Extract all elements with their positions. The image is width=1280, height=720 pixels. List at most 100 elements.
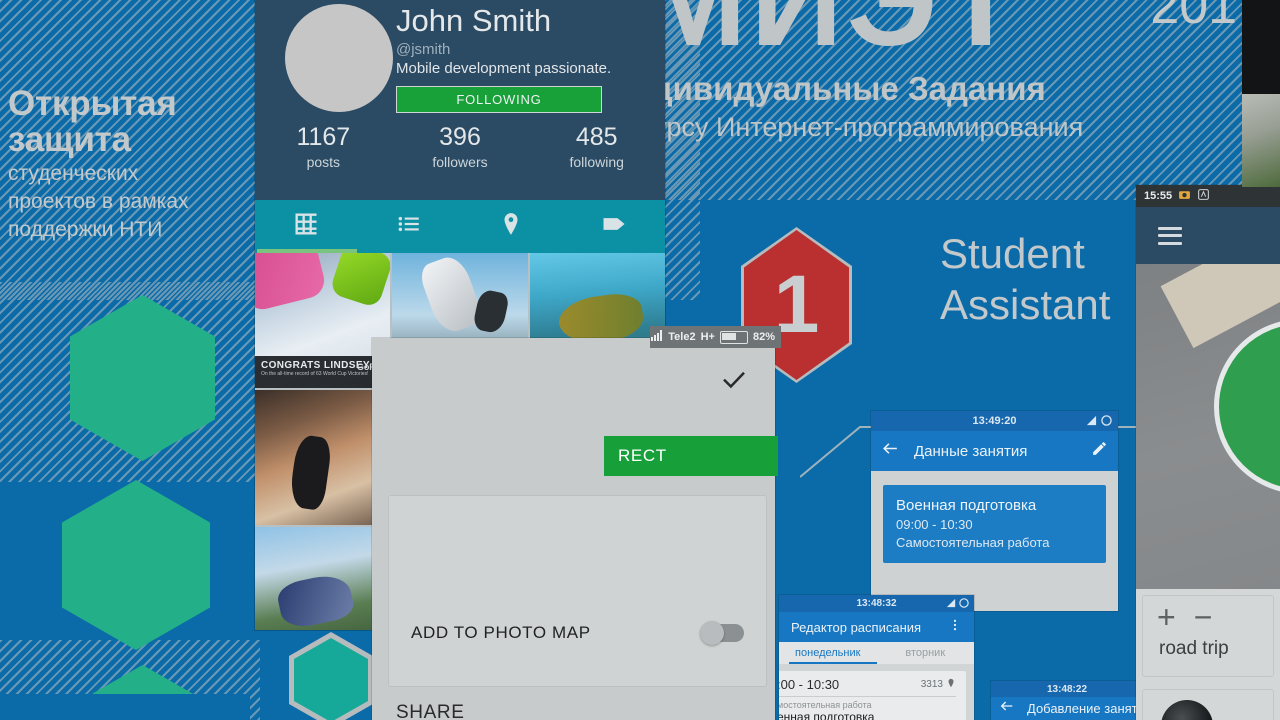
tab-grid[interactable]	[255, 210, 358, 243]
app-icon	[1197, 188, 1210, 204]
lesson-card-time: 09:00 - 10:30	[896, 517, 973, 532]
banner-subtitle: Индивидуальные Задания	[648, 70, 1046, 107]
slide-canvas: Открытая защита студенческих проектов в …	[0, 0, 1280, 720]
item-title: енная подготовка	[779, 710, 875, 720]
lesson-card[interactable]: Военная подготовка 09:00 - 10:30 Самосто…	[883, 485, 1106, 563]
photo-map-toggle[interactable]	[700, 621, 744, 645]
stat-following-label: following	[569, 154, 624, 170]
photo-map-label: ADD TO PHOTO MAP	[411, 623, 591, 642]
lesson-status-time: 13:49:20	[972, 415, 1017, 427]
status-icons	[1086, 415, 1112, 426]
lesson-card-type: Самостоятельная работа	[896, 535, 1050, 550]
location-pin-icon	[498, 211, 524, 242]
camera-icon	[1178, 188, 1191, 204]
tab-monday[interactable]: понедельник	[779, 642, 877, 664]
heading-line-1: Открытая	[8, 84, 177, 123]
slide-left-heading: Открытая защита студенческих проектов в …	[8, 86, 254, 242]
map-app-bar	[1136, 207, 1280, 264]
list-icon	[396, 211, 422, 242]
checkmark-icon[interactable]	[719, 364, 749, 399]
profile-stats: 1167 posts 396 followers 485 following	[255, 122, 665, 172]
item-room-number: 3313	[920, 679, 943, 690]
photo-caption: CONGRATS LINDSEY On the all-time record …	[255, 356, 391, 388]
share-section-label: SHARE	[396, 702, 465, 720]
trip-label: road trip	[1159, 638, 1229, 659]
profile-info: John Smith @jsmith Mobile development pa…	[396, 2, 657, 113]
avatar	[285, 4, 393, 112]
direct-button[interactable]: RECT	[604, 436, 778, 476]
map-controls-card: + − road trip	[1142, 595, 1274, 677]
zoom-in-button[interactable]: +	[1157, 601, 1176, 633]
profile-bio: Mobile development passionate.	[396, 60, 612, 77]
android-status-bar: Tele2 H+ 82%	[650, 326, 781, 348]
status-carrier: Tele2	[668, 331, 696, 343]
hamburger-menu-icon[interactable]	[1158, 226, 1182, 245]
map-profile-card[interactable]	[1142, 689, 1274, 720]
active-tab-indicator	[789, 662, 877, 664]
status-icons	[946, 598, 969, 608]
share-dialog-screenshot: RECT ADD TO PHOTO MAP SHARE	[372, 338, 778, 720]
item-time: :00 - 10:30	[779, 677, 840, 692]
schedule-list-item[interactable]: :00 - 10:30 3313 мостоятельная работа ен…	[779, 671, 966, 720]
photo-map-row[interactable]: ADD TO PHOTO MAP	[389, 604, 766, 662]
tab-tuesday[interactable]: вторник	[877, 642, 975, 664]
subheading-line-2: проектов в рамках	[8, 190, 189, 213]
back-arrow-icon[interactable]	[881, 439, 900, 463]
heading-line-2: защита	[8, 120, 131, 159]
profile-handle: @jsmith	[396, 41, 451, 58]
schedule-editor-title: Редактор расписания	[791, 619, 922, 635]
following-button[interactable]: FOLLOWING	[396, 86, 602, 113]
photo-cell[interactable]: CONGRATS LINDSEY On the all-time record …	[255, 253, 391, 388]
battery-icon	[719, 330, 748, 344]
map-view[interactable]	[1136, 264, 1280, 589]
add-lesson-app-bar: Добавление занят	[991, 697, 1143, 720]
stat-posts-label: posts	[306, 154, 341, 170]
profile-header: John Smith @jsmith Mobile development pa…	[255, 0, 665, 200]
pencil-icon[interactable]	[1091, 440, 1108, 462]
stat-followers-value: 396	[439, 123, 481, 151]
status-network: H+	[700, 331, 715, 343]
back-arrow-icon[interactable]	[999, 698, 1015, 719]
stat-followers[interactable]: 396 followers	[392, 122, 529, 172]
avatar	[1161, 700, 1213, 720]
photo-cell[interactable]	[255, 390, 391, 525]
more-vertical-icon[interactable]	[948, 618, 962, 637]
banner-course: по курсу Интернет-программирования	[648, 112, 1084, 142]
photo-cell[interactable]	[255, 527, 391, 630]
profile-name: John Smith	[396, 3, 552, 38]
stat-posts-value: 1167	[296, 123, 351, 151]
partial-phone-screenshot	[1242, 0, 1280, 187]
status-battery-percent: 82%	[752, 331, 775, 343]
tab-photo-map[interactable]	[460, 211, 563, 242]
zoom-out-button[interactable]: −	[1194, 601, 1213, 633]
lesson-status-bar: 13:49:20	[871, 411, 1118, 431]
add-lesson-status-time: 13:48:22	[1046, 683, 1088, 695]
tab-list[interactable]	[358, 211, 461, 242]
tab-tagged[interactable]	[563, 210, 666, 243]
add-lesson-screenshot: 13:48:22 Добавление занят	[991, 681, 1143, 720]
editor-status-bar: 13:48:32	[779, 595, 974, 612]
subheading-line-1: студенческих	[8, 162, 139, 185]
signal-bars-icon	[651, 330, 663, 344]
lesson-details-screenshot: 13:49:20 Данные занятия Военная подготов…	[871, 411, 1118, 611]
item-room: 3313	[921, 678, 956, 691]
add-lesson-title: Добавление занят	[1027, 701, 1138, 716]
lesson-details-title: Данные занятия	[914, 442, 1028, 460]
map-status-bar: 15:55	[1136, 185, 1280, 207]
schedule-editor-screenshot: 13:48:32 Редактор расписания понедельник…	[779, 595, 974, 720]
tag-icon	[600, 210, 628, 243]
editor-app-bar: Редактор расписания	[779, 612, 974, 642]
map-status-time: 15:55	[1144, 190, 1173, 202]
banner-title: МИЭТ	[648, 0, 1024, 73]
stat-following[interactable]: 485 following	[528, 122, 665, 172]
share-options-card: ADD TO PHOTO MAP	[388, 495, 767, 687]
location-pin-icon	[946, 678, 956, 691]
stat-followers-label: followers	[432, 154, 488, 170]
lesson-card-title: Военная подготовка	[896, 497, 1037, 514]
profile-tab-bar	[255, 200, 665, 253]
stat-following-value: 485	[575, 123, 618, 151]
slide-banner: МИЭТ 2017 Индивидуальные Задания по курс…	[648, 0, 1280, 180]
lesson-app-bar: Данные занятия	[871, 431, 1118, 471]
stat-posts[interactable]: 1167 posts	[255, 122, 392, 172]
weekday-tabs: понедельник вторник	[779, 642, 974, 664]
